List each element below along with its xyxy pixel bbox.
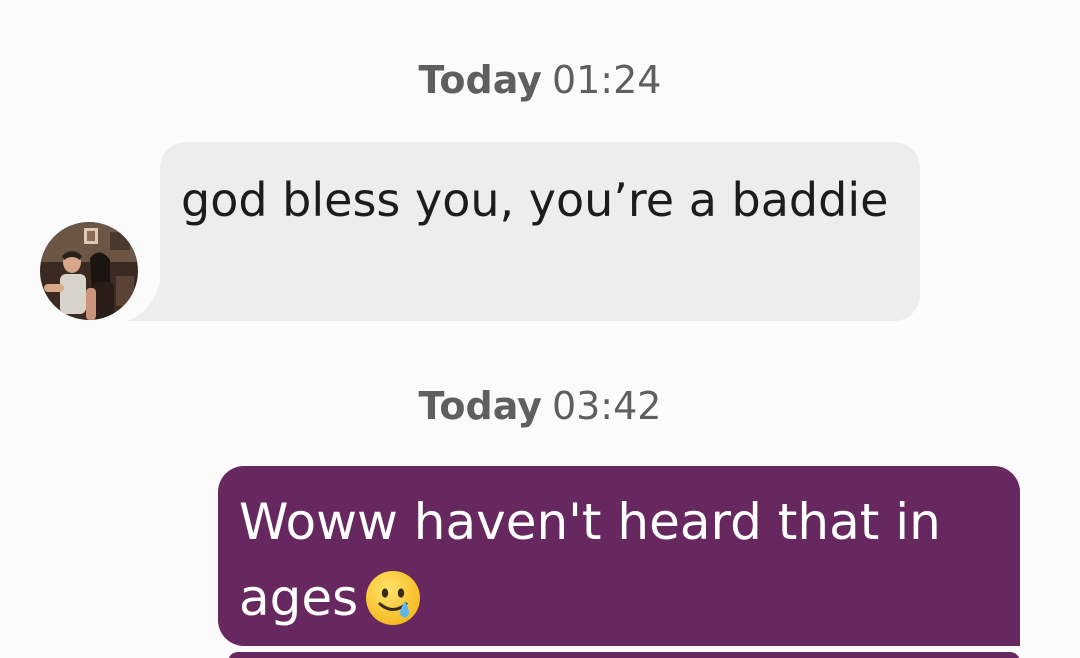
incoming-message-bubble[interactable]: god bless you, you’re a baddie [160,142,920,321]
smiling-face-with-tear-icon [364,569,422,627]
contact-avatar[interactable] [40,222,138,320]
message-timestamp: Today 03:42 [0,384,1080,428]
timestamp-time: 01:24 [551,58,662,102]
outgoing-message-bubble[interactable]: Woww haven't heard that in ages [218,466,1020,646]
message-text: god bless you, you’re a baddie [181,173,889,227]
timestamp-time: 03:42 [551,384,662,428]
timestamp-day: Today [418,384,542,428]
avatar-photo-icon [40,222,138,320]
message-timestamp: Today 01:24 [0,58,1080,102]
timestamp-day: Today [418,58,542,102]
message-text: Woww haven't heard that in ages [239,493,941,627]
chat-thread: Today 01:24 god bless you, you’re a baddi… [0,0,1080,658]
next-outgoing-bubble-edge [228,652,1020,658]
